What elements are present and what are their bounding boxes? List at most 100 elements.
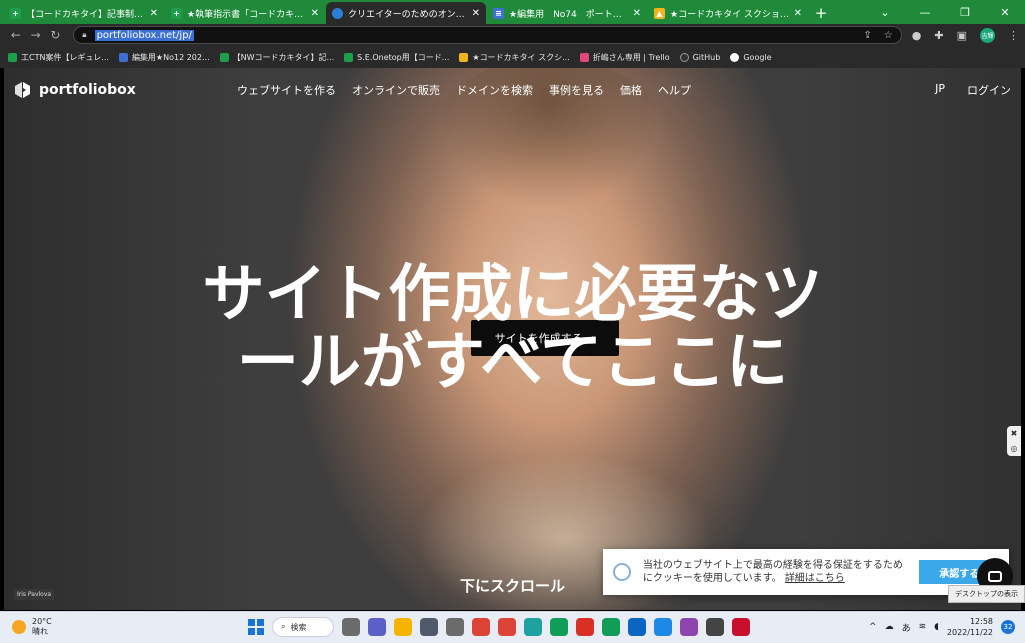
tab-title: クリエイターのためのオンラインポートフォ	[348, 9, 468, 20]
kebab-menu-icon[interactable]: ⋮	[1008, 29, 1019, 42]
sheets-icon	[344, 52, 354, 62]
taskbar-app-icon[interactable]	[576, 618, 594, 636]
ime-indicator[interactable]: あ	[902, 621, 911, 634]
back-arrow-icon[interactable]: ←	[6, 28, 26, 42]
portfoliobox-favicon-icon	[332, 7, 343, 19]
bookmark-label: 編集用★No12 202...	[131, 52, 210, 62]
bookmark-item[interactable]: GitHub	[679, 52, 721, 62]
browser-tab[interactable]: + ★執筆指示書「コードカキタイ」ライタ ✕	[165, 2, 325, 24]
system-tray: ^ ☁ あ ≋ ◖ 12:58 2022/11/22 32	[869, 616, 1015, 638]
taskbar-app-icon[interactable]	[550, 618, 568, 636]
taskbar-app-icon[interactable]	[342, 618, 360, 636]
taskbar-app-icon[interactable]	[654, 618, 672, 636]
taskbar-search[interactable]: ⌕ 検索	[272, 617, 334, 637]
close-icon[interactable]: ✕	[311, 8, 319, 19]
cookie-details-link[interactable]: 詳細はこちら	[785, 573, 845, 584]
sidepanel-icon[interactable]: ▣	[957, 29, 967, 42]
bookmark-item[interactable]: S.E.Onetop用【コード...	[344, 52, 449, 63]
sheets-icon	[219, 52, 229, 62]
bookmark-label: 折嶋さん専用 | Trello	[592, 52, 670, 62]
taskbar-app-icon[interactable]	[732, 618, 750, 636]
extension-icon[interactable]: ●	[912, 29, 922, 42]
time: 12:58	[969, 617, 993, 626]
bookmark-label: 【NWコードカキタイ】記...	[232, 52, 335, 62]
close-icon[interactable]: ✕	[472, 8, 480, 19]
clock[interactable]: 12:58 2022/11/22	[947, 616, 993, 638]
menu-item-help[interactable]: ヘルプ	[658, 82, 691, 98]
minimize-icon[interactable]: —	[905, 0, 945, 24]
docs-icon: ≡	[493, 7, 504, 19]
temperature: 20°C	[32, 617, 52, 626]
close-icon[interactable]: ✕	[794, 8, 802, 19]
wifi-icon[interactable]: ≋	[919, 622, 927, 632]
browser-tab[interactable]: ≡ ★編集用 No74 ポートフォリオ サ ✕	[487, 2, 647, 24]
taskbar-app-icon[interactable]	[524, 618, 542, 636]
menu-item-create-website[interactable]: ウェブサイトを作る	[237, 82, 336, 98]
sun-icon	[12, 620, 26, 634]
docs-icon	[118, 52, 128, 62]
browser-tab[interactable]: + 【コードカキタイ】記事制作管理シート ✕	[4, 2, 164, 24]
taskbar-app-icon[interactable]	[394, 618, 412, 636]
lock-icon[interactable]: 🔒︎	[82, 30, 86, 40]
browser-tab[interactable]: ▲ ★コードカキタイ スクショ保存用★ ✕	[648, 2, 808, 24]
hero-heading-line2: ールがすべてここに	[236, 325, 789, 398]
bookmark-item[interactable]: ★コードカキタイ スクシ...	[459, 52, 570, 63]
tab-title: 【コードカキタイ】記事制作管理シート	[26, 9, 146, 20]
bookmark-label: GitHub	[692, 52, 721, 62]
bookmark-item[interactable]: 折嶋さん専用 | Trello	[579, 52, 670, 63]
address-bar[interactable]: 🔒︎ portfoliobox.net/jp/ ⇪ ☆	[73, 26, 902, 44]
taskbar-app-icon[interactable]	[446, 618, 464, 636]
close-icon[interactable]: ✖	[1011, 429, 1018, 438]
profile-avatar[interactable]: 吉輝	[980, 27, 995, 43]
chevron-down-icon[interactable]: ⌄	[865, 0, 905, 24]
close-window-icon[interactable]: ✕	[985, 0, 1025, 24]
logo[interactable]: portfoliobox	[14, 81, 136, 99]
taskbar-app-icon[interactable]	[498, 618, 516, 636]
taskbar-app-icon[interactable]	[420, 618, 438, 636]
bookmark-item[interactable]: Google	[730, 52, 772, 62]
search-icon: ⌕	[281, 622, 286, 631]
browser-tab-active[interactable]: クリエイターのためのオンラインポートフォ ✕	[326, 2, 486, 24]
taskbar-app-icon[interactable]	[680, 618, 698, 636]
bookmark-item[interactable]: 編集用★No12 202...	[118, 52, 210, 63]
puzzle-icon[interactable]: ✚	[934, 29, 943, 42]
share-icon[interactable]: ⇪	[863, 30, 871, 41]
restore-icon[interactable]: ❐	[945, 0, 985, 24]
taskbar-app-icon[interactable]	[472, 618, 490, 636]
close-icon[interactable]: ✕	[633, 8, 641, 19]
forward-arrow-icon[interactable]: →	[26, 28, 46, 42]
chevron-up-icon[interactable]: ^	[869, 622, 877, 632]
github-icon	[679, 52, 689, 62]
menu-item-domain-search[interactable]: ドメインを検索	[456, 82, 533, 98]
tab-title: ★コードカキタイ スクショ保存用★	[670, 9, 790, 20]
taskbar: 20°C 晴れ ⌕ 検索 ^ ☁ あ ≋ ◖ 12:58 2022/11/22 3…	[0, 611, 1025, 643]
side-widget: ✖ ◎	[1007, 426, 1021, 456]
bookmark-label: Google	[743, 52, 772, 62]
notification-badge[interactable]: 32	[1001, 620, 1015, 634]
new-tab-button[interactable]: +	[809, 2, 833, 24]
url-text[interactable]: portfoliobox.net/jp/	[94, 29, 194, 41]
taskbar-app-icon[interactable]	[628, 618, 646, 636]
bookmark-item[interactable]: 工CTN案件【レギュレ...	[8, 52, 109, 63]
bookmark-label: S.E.Onetop用【コード...	[357, 52, 450, 62]
weather-widget[interactable]: 20°C 晴れ	[12, 617, 52, 637]
menu-item-sell-online[interactable]: オンラインで販売	[352, 82, 440, 98]
taskbar-app-icon[interactable]	[602, 618, 620, 636]
reload-icon[interactable]: ↻	[46, 28, 66, 42]
cookie-message: 当社のウェブサイト上で最高の経験を得る保証をするためにクッキーを使用しています。…	[643, 559, 912, 585]
close-icon[interactable]: ✕	[150, 8, 158, 19]
windows-start-icon[interactable]	[248, 619, 264, 635]
widget-icon[interactable]: ◎	[1011, 444, 1018, 453]
bookmark-item[interactable]: 【NWコードカキタイ】記...	[219, 52, 335, 63]
menu-item-pricing[interactable]: 価格	[620, 82, 642, 98]
taskbar-app-icon[interactable]	[368, 618, 386, 636]
taskbar-app-icon[interactable]	[706, 618, 724, 636]
login-link[interactable]: ログイン	[967, 82, 1011, 98]
menu-item-examples[interactable]: 事例を見る	[549, 82, 604, 98]
sheets-icon: +	[171, 7, 182, 19]
volume-icon[interactable]: ◖	[934, 622, 939, 632]
sheets-icon: +	[10, 7, 21, 19]
cloud-icon[interactable]: ☁	[885, 622, 894, 632]
star-icon[interactable]: ☆	[884, 30, 893, 41]
language-switch[interactable]: JP	[935, 82, 945, 98]
